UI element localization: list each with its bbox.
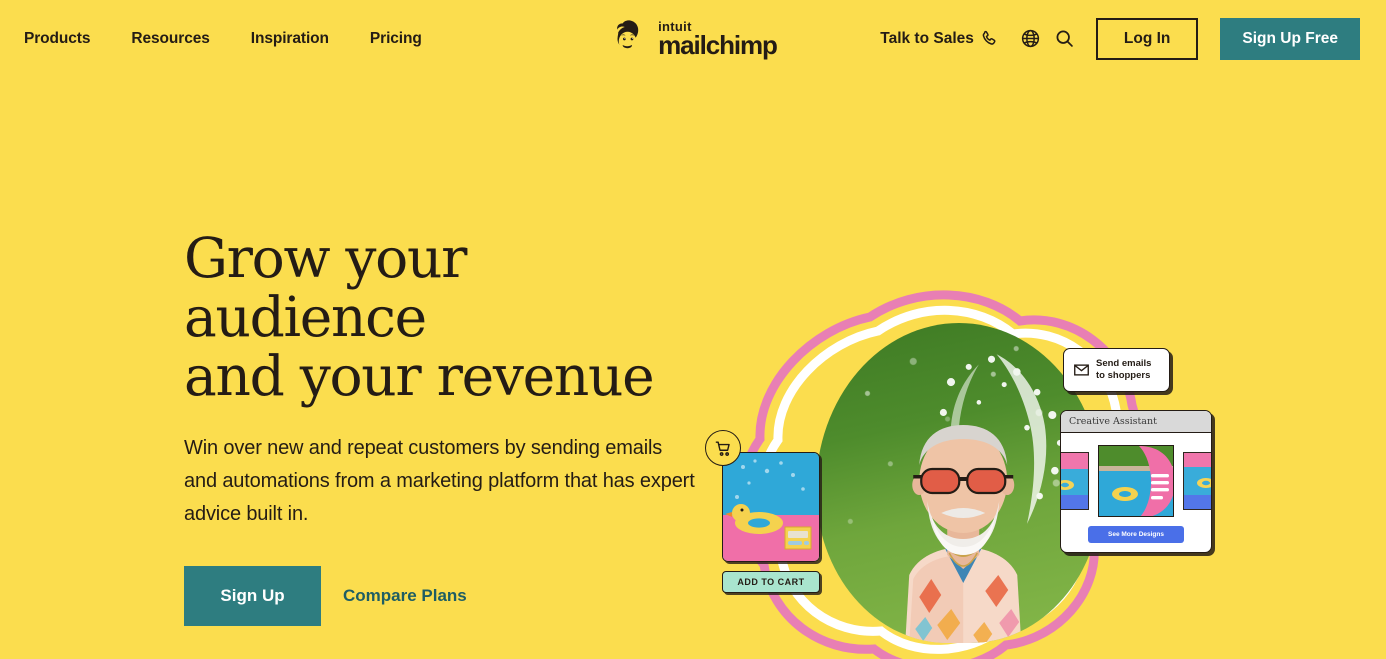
header-actions: Talk to Sales Log In Sign Up Free <box>880 17 1360 60</box>
person-photo <box>905 425 1022 643</box>
send-emails-card: Send emails to shoppers <box>1063 348 1170 393</box>
product-card: ADD TO CART <box>705 430 820 593</box>
envelope-icon <box>1074 364 1089 376</box>
nav-item-resources[interactable]: Resources <box>131 30 209 48</box>
slide-artwork <box>1184 453 1211 509</box>
compare-plans-link[interactable]: Compare Plans <box>343 586 467 606</box>
hero-copy: Grow your audience and your revenue Win … <box>184 229 704 626</box>
primary-navigation: Products Resources Inspiration Pricing <box>24 30 422 48</box>
send-emails-card-text: Send emails to shoppers <box>1096 358 1151 382</box>
freddie-chimp-icon <box>617 19 639 51</box>
nav-item-products[interactable]: Products <box>24 30 90 48</box>
slide-artwork <box>1099 446 1173 516</box>
search-icon <box>1056 30 1074 47</box>
login-button[interactable]: Log In <box>1095 17 1199 60</box>
logo-wordmark: intuit mailchimp <box>658 20 778 60</box>
slide-artwork <box>1061 453 1088 509</box>
talk-to-sales-link[interactable]: Talk to Sales <box>880 29 998 48</box>
hero-headline: Grow your audience and your revenue <box>184 229 704 406</box>
hero-headline-line-2: and your revenue <box>184 343 655 408</box>
see-more-designs-button[interactable]: See More Designs <box>1088 526 1184 543</box>
nav-item-inspiration[interactable]: Inspiration <box>251 30 329 48</box>
send-emails-line-1: Send emails <box>1096 358 1152 369</box>
globe-icon <box>1022 29 1040 48</box>
creative-assistant-title: Creative Assistant <box>1061 411 1211 433</box>
nav-item-pricing[interactable]: Pricing <box>370 30 422 48</box>
hero-illustration: Send emails to shoppers Creative Assista… <box>700 277 1240 659</box>
mailchimp-logo[interactable]: intuit mailchimp <box>609 19 778 60</box>
shopping-cart-icon <box>715 440 730 456</box>
creative-assistant-card: Creative Assistant See More Designs <box>1060 410 1212 553</box>
design-carousel <box>1061 444 1211 518</box>
language-selector-button[interactable] <box>1014 22 1048 56</box>
search-button[interactable] <box>1048 22 1082 56</box>
cart-badge[interactable] <box>705 430 741 466</box>
logo-mailchimp-text: mailchimp <box>658 29 778 60</box>
carousel-slide-next[interactable] <box>1183 452 1211 510</box>
hero-headline-line-1: Grow your audience <box>184 226 467 349</box>
phone-icon <box>982 30 996 45</box>
site-header: Products Resources Inspiration Pricing i… <box>0 0 1386 77</box>
carousel-slide-previous[interactable] <box>1061 452 1089 510</box>
hero-signup-button[interactable]: Sign Up <box>184 565 321 626</box>
hero-subtitle: Win over new and repeat customers by sen… <box>184 436 695 526</box>
add-to-cart-button[interactable]: ADD TO CART <box>722 571 820 593</box>
hero-cta-group: Sign Up Compare Plans <box>184 565 704 626</box>
product-image <box>722 452 820 562</box>
creative-assistant-body: See More Designs <box>1061 433 1211 552</box>
send-emails-line-2: to shoppers <box>1096 370 1151 382</box>
hero-section: Grow your audience and your revenue Win … <box>0 77 1386 659</box>
carousel-slide-active[interactable] <box>1098 445 1174 517</box>
signup-free-button[interactable]: Sign Up Free <box>1220 17 1360 60</box>
talk-to-sales-label: Talk to Sales <box>880 29 974 47</box>
